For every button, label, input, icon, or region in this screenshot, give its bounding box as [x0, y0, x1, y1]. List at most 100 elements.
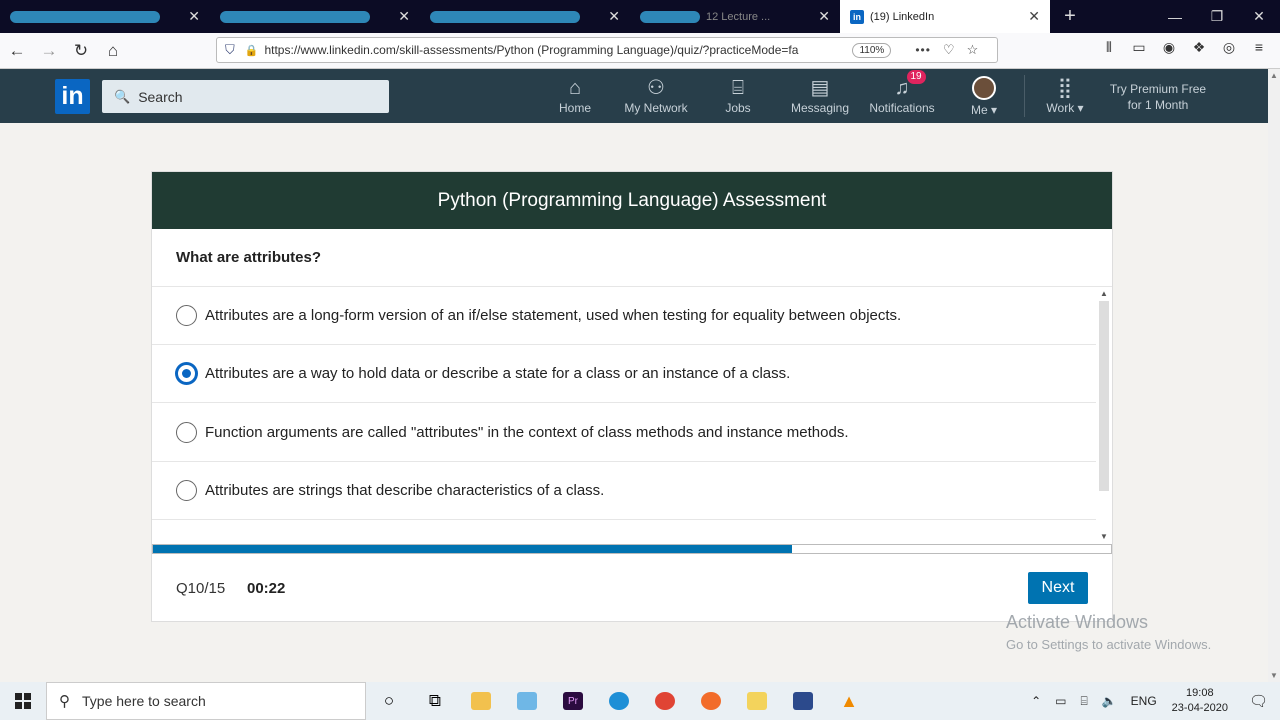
radio-button[interactable]	[176, 480, 197, 501]
forward-icon[interactable]: →	[34, 36, 64, 66]
nav-work[interactable]: ⣿ Work ▾	[1038, 69, 1092, 123]
app-icon[interactable]	[780, 682, 826, 720]
chevron-down-icon: ▾	[990, 102, 998, 117]
firefox-icon[interactable]	[688, 682, 734, 720]
sidebar-icon[interactable]: ▭	[1124, 39, 1154, 56]
radio-button[interactable]	[176, 305, 197, 326]
cortana-icon[interactable]: ○	[366, 682, 412, 720]
nav-messaging[interactable]: ▤ Messaging	[787, 69, 853, 123]
taskbar-search-input[interactable]: ⚲ Type here to search	[46, 682, 366, 720]
back-icon[interactable]: ←	[2, 36, 32, 66]
page-scrollbar[interactable]: ▲ ▼	[1268, 69, 1280, 682]
close-window-icon[interactable]: ✕	[1238, 0, 1280, 33]
option-text: Attributes are a way to hold data or des…	[205, 365, 791, 382]
volume-icon[interactable]: 🔈	[1102, 694, 1117, 708]
edge-icon[interactable]	[596, 682, 642, 720]
linkedin-logo[interactable]: in	[55, 79, 90, 114]
lock-icon[interactable]: 🔒	[245, 44, 259, 57]
scroll-down-icon[interactable]: ▼	[1270, 671, 1278, 680]
premium-link[interactable]: Try Premium Free for 1 Month	[1098, 81, 1218, 113]
scroll-up-icon[interactable]: ▲	[1100, 289, 1108, 298]
url-bar[interactable]: ⛉ 🔒 https://www.linkedin.com/skill-asses…	[216, 37, 998, 63]
shield-icon[interactable]: ⛉	[225, 42, 235, 58]
scroll-up-icon[interactable]: ▲	[1270, 71, 1278, 80]
answer-option[interactable]: Attributes are a long-form version of an…	[152, 287, 1096, 345]
url-text[interactable]: https://www.linkedin.com/skill-assessmen…	[264, 43, 844, 57]
system-tray: ⌃ ▭ ⌸ 🔈 ENG 19:08 23-04-2020 🗨	[1024, 686, 1280, 716]
nav-label: Jobs	[725, 100, 751, 115]
nav-label: Work ▾	[1046, 100, 1084, 115]
scrollbar-thumb[interactable]	[1099, 301, 1109, 491]
close-tab-icon[interactable]: ✕	[1028, 8, 1040, 25]
browser-tab[interactable]: ✕	[420, 0, 630, 33]
premiere-icon[interactable]: Pr	[550, 682, 596, 720]
next-button[interactable]: Next	[1028, 572, 1088, 604]
home-icon: ⌂	[568, 76, 582, 99]
file-explorer-icon[interactable]	[458, 682, 504, 720]
answer-options: Attributes are a long-form version of an…	[152, 287, 1112, 543]
clock[interactable]: 19:08 23-04-2020	[1172, 686, 1228, 716]
action-center-icon[interactable]: 🗨	[1249, 692, 1268, 710]
start-button[interactable]	[0, 682, 46, 720]
nav-jobs[interactable]: ⌸ Jobs	[720, 69, 756, 123]
search-input[interactable]: 🔍 Search	[102, 80, 389, 113]
answer-option[interactable]: Attributes are a way to hold data or des…	[152, 345, 1096, 403]
sync-icon[interactable]: ◎	[1214, 39, 1244, 56]
account-icon[interactable]: ◉	[1154, 39, 1184, 56]
chevron-down-icon: ▾	[1077, 100, 1084, 115]
library-icon[interactable]: ⫴	[1094, 39, 1124, 56]
progress-fill	[153, 545, 792, 553]
nav-label: My Network	[624, 100, 688, 115]
vlc-icon[interactable]: ▲	[826, 682, 872, 720]
python-icon[interactable]	[734, 682, 780, 720]
restore-icon[interactable]: ❐	[1196, 0, 1238, 33]
question-counter: Q10/15	[176, 580, 226, 597]
reload-icon[interactable]: ↻	[66, 36, 96, 66]
nav-label: Home	[558, 100, 591, 115]
header-divider	[1024, 75, 1025, 117]
nav-my-network[interactable]: ⚇ My Network	[620, 69, 692, 123]
browser-tab[interactable]: ✕	[0, 0, 210, 33]
close-tab-icon[interactable]: ✕	[818, 8, 830, 25]
scroll-down-icon[interactable]: ▼	[1100, 532, 1108, 541]
answer-option[interactable]: Function arguments are called "attribute…	[152, 403, 1096, 462]
nav-home[interactable]: ⌂ Home	[553, 69, 597, 123]
answer-option[interactable]: Attributes are strings that describe cha…	[152, 462, 1096, 520]
notepad-icon[interactable]	[504, 682, 550, 720]
options-scrollbar[interactable]: ▲ ▼	[1098, 287, 1110, 543]
menu-icon[interactable]: ≡	[1244, 39, 1274, 56]
close-tab-icon[interactable]: ✕	[608, 8, 620, 25]
browser-tab-active[interactable]: in (19) LinkedIn ✕	[840, 0, 1050, 33]
chrome-icon[interactable]	[642, 682, 688, 720]
pocket-icon[interactable]: ♡	[943, 42, 955, 58]
extension-icon[interactable]: ❖	[1184, 39, 1214, 56]
browser-tab[interactable]: 12 Lecture ... ✕	[630, 0, 840, 33]
chevron-up-icon[interactable]: ⌃	[1031, 694, 1041, 708]
bookmark-star-icon[interactable]: ☆	[967, 42, 979, 58]
tab-title: 12 Lecture ...	[706, 10, 771, 23]
browser-navbar: ← → ↻ ⌂ ⛉ 🔒 https://www.linkedin.com/ski…	[0, 33, 1280, 69]
windows-taskbar: ⚲ Type here to search ○ ⧉ Pr ▲ ⌃ ▭ ⌸ 🔈 E…	[0, 682, 1280, 720]
blurred-tab-title	[430, 10, 580, 23]
premium-line-2: for 1 Month	[1127, 98, 1189, 112]
nav-me[interactable]: Me ▾	[962, 69, 1006, 123]
radio-button[interactable]	[176, 421, 197, 443]
taskbar-search-placeholder: Type here to search	[82, 693, 206, 709]
timer: 00:22	[247, 580, 286, 597]
network-tray-icon[interactable]: ⌸	[1081, 694, 1088, 709]
close-tab-icon[interactable]: ✕	[188, 8, 200, 25]
zoom-level[interactable]: 110%	[852, 42, 892, 58]
language-indicator[interactable]: ENG	[1131, 694, 1157, 708]
minimize-icon[interactable]: —	[1154, 0, 1196, 33]
network-icon: ⚇	[647, 76, 665, 99]
browser-tab[interactable]: ✕	[210, 0, 420, 33]
home-browser-icon[interactable]: ⌂	[98, 36, 128, 66]
task-view-icon[interactable]: ⧉	[412, 682, 458, 720]
nav-notifications[interactable]: ♫ 19 Notifications	[866, 69, 938, 123]
page-actions-icon[interactable]: •••	[915, 43, 931, 57]
battery-icon[interactable]: ▭	[1055, 694, 1066, 708]
new-tab-button[interactable]: +	[1050, 0, 1090, 33]
close-tab-icon[interactable]: ✕	[398, 8, 410, 25]
radio-button-selected[interactable]	[176, 363, 197, 384]
grid-icon: ⣿	[1057, 76, 1073, 99]
